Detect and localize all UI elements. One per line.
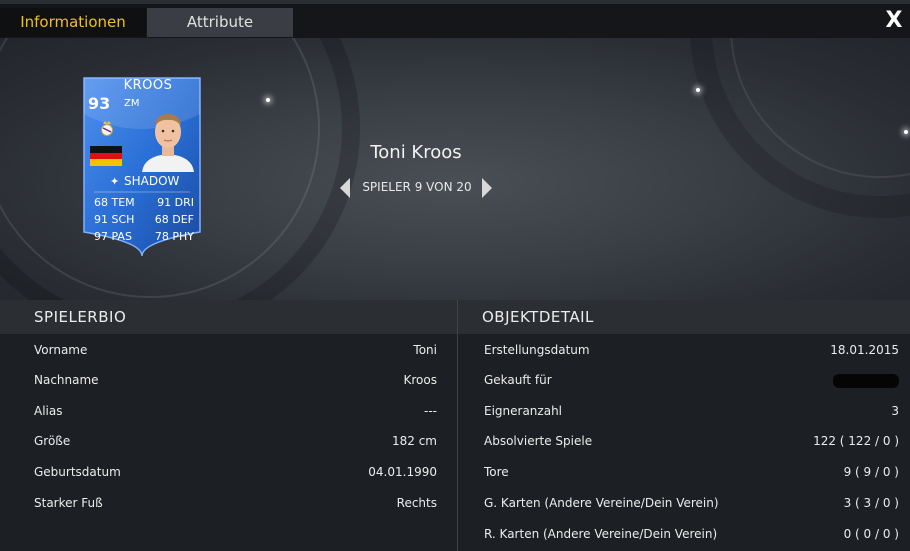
stat-value: 68 TEM — [94, 196, 135, 209]
nation-flag-icon — [90, 146, 122, 166]
bio-row: Alias --- — [34, 396, 437, 426]
item-value — [833, 365, 899, 395]
item-key: Erstellungsdatum — [484, 343, 590, 357]
item-key: G. Karten (Andere Vereine/Dein Verein) — [484, 496, 719, 510]
item-key: Absolvierte Spiele — [484, 434, 593, 448]
bio-row: Geburtsdatum 04.01.1990 — [34, 457, 437, 487]
item-key: Eigneranzahl — [484, 404, 563, 418]
bio-value: Toni — [413, 343, 437, 357]
item-key: Gekauft für — [484, 373, 552, 387]
player-photo — [142, 114, 194, 172]
bio-key: Starker Fuß — [34, 496, 103, 510]
close-button[interactable]: X — [884, 9, 904, 33]
previous-player-arrow-icon[interactable] — [340, 178, 350, 198]
stat-value: 97 PAS — [94, 230, 132, 243]
tab-attribute[interactable]: Attribute — [147, 8, 293, 37]
player-bio-panel: SPIELERBIO Vorname Toni Nachname Kroos Ali… — [0, 300, 457, 551]
redacted-price — [833, 373, 899, 388]
item-value: 3 ( 3 / 0 ) — [843, 496, 899, 510]
item-row: Eigneranzahl 3 — [484, 396, 899, 426]
bio-row: Starker Fuß Rechts — [34, 488, 437, 518]
item-value: 18.01.2015 — [830, 343, 899, 357]
chemistry-style: SHADOW — [124, 174, 180, 188]
bio-key: Vorname — [34, 343, 88, 357]
chemistry-style-icon: ✦ — [110, 175, 120, 188]
item-key: R. Karten (Andere Vereine/Dein Verein) — [484, 527, 718, 541]
bio-value: Rechts — [396, 496, 437, 510]
item-value: 0 ( 0 / 0 ) — [843, 527, 899, 541]
sparkle-icon — [266, 98, 270, 102]
item-row: Absolvierte Spiele 122 ( 122 / 0 ) — [484, 426, 899, 456]
sparkle-icon — [904, 130, 908, 134]
bio-key: Alias — [34, 404, 63, 418]
bio-value: Kroos — [403, 373, 437, 387]
club-crest-icon — [101, 121, 113, 136]
player-pager: SPIELER 9 VON 20 — [336, 177, 496, 199]
bio-key: Nachname — [34, 373, 99, 387]
card-rating: 93 — [88, 94, 111, 113]
bio-key: Geburtsdatum — [34, 465, 121, 479]
card-position: ZM — [124, 98, 140, 109]
hero-area: KROOS 93 ZM ✦ SHADOW 68 TEM 91 DRI 91 SC… — [0, 38, 910, 300]
stat-value: 91 SCH — [94, 213, 135, 226]
next-player-arrow-icon[interactable] — [482, 178, 492, 198]
bio-value: --- — [424, 404, 437, 418]
stat-row: 68 TEM 91 DRI — [88, 194, 200, 211]
bio-row: Vorname Toni — [34, 335, 437, 365]
item-row: G. Karten (Andere Vereine/Dein Verein) 3 … — [484, 488, 899, 518]
bio-key: Größe — [34, 434, 71, 448]
tab-bar: Informationen Attribute X — [0, 0, 910, 38]
player-card[interactable]: KROOS 93 ZM ✦ SHADOW 68 TEM 91 DRI 91 SC… — [80, 74, 204, 258]
item-row: R. Karten (Andere Vereine/Dein Verein) 0 … — [484, 519, 899, 549]
item-key: Tore — [484, 465, 509, 479]
panel-title: OBJEKTDETAIL — [458, 300, 910, 334]
card-name: KROOS — [123, 78, 173, 93]
stat-row: 97 PAS 78 PHY — [88, 228, 200, 245]
card-stats: 68 TEM 91 DRI 91 SCH 68 DEF 97 PAS 78 PH… — [88, 194, 200, 245]
item-value: 3 — [891, 404, 899, 418]
sparkle-icon — [696, 88, 700, 92]
top-border — [0, 0, 910, 4]
panel-title: SPIELERBIO — [0, 300, 457, 334]
item-value: 9 ( 9 / 0 ) — [843, 465, 899, 479]
item-row: Tore 9 ( 9 / 0 ) — [484, 457, 899, 487]
tab-informationen[interactable]: Informationen — [0, 8, 146, 37]
bio-row: Größe 182 cm — [34, 426, 437, 456]
item-row: Erstellungsdatum 18.01.2015 — [484, 335, 899, 365]
pager-label: SPIELER 9 VON 20 — [362, 180, 472, 194]
item-detail-panel: OBJEKTDETAIL Erstellungsdatum 18.01.2015 … — [457, 300, 910, 551]
stat-value: 68 DEF — [154, 213, 194, 226]
bio-value: 04.01.1990 — [368, 465, 437, 479]
bio-row: Nachname Kroos — [34, 365, 437, 395]
item-value: 122 ( 122 / 0 ) — [813, 434, 899, 448]
player-name: Toni Kroos — [370, 142, 462, 163]
stat-value: 78 PHY — [154, 230, 194, 243]
item-row: Gekauft für — [484, 365, 899, 395]
stat-value: 91 DRI — [157, 196, 194, 209]
stat-row: 91 SCH 68 DEF — [88, 211, 200, 228]
bio-value: 182 cm — [391, 434, 437, 448]
